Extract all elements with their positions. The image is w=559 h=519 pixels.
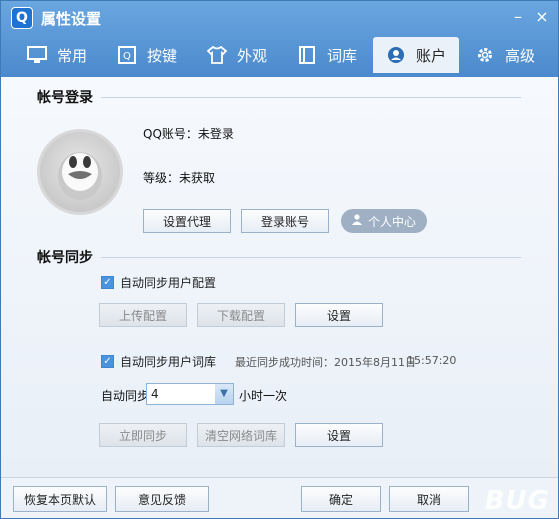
login-section-title: 帐号登录 [37,90,93,106]
qq-account-status: QQ账号：未登录 [143,127,234,141]
upload-config-button[interactable]: 上传配置 [99,303,187,327]
title-bar: Q 属性设置 – × [1,1,558,35]
key-icon: Q [117,45,137,65]
level-status: 等级：未获取 [143,171,216,185]
book-icon [297,45,317,65]
sync-interval-value: 4 [151,387,159,401]
watermark: BUG [484,486,550,516]
avatar [37,129,123,215]
tab-bar: 常用 Q 按键 外观 词库 账户 高级 [1,35,558,75]
lexicon-settings-button[interactable]: 设置 [295,423,383,447]
login-section-divider [101,97,521,98]
checkmark-icon: ✓ [101,276,114,289]
sync-section-divider [101,257,521,258]
interval-suffix: 小时一次 [239,389,288,403]
user-circle-icon [386,45,406,65]
tab-lexicon[interactable]: 词库 [297,37,367,73]
sync-now-button[interactable]: 立即同步 [99,423,187,447]
tab-keys-label: 按键 [147,46,178,65]
tab-appearance[interactable]: 外观 [207,37,277,73]
restore-defaults-button[interactable]: 恢复本页默认 [13,486,107,512]
window-title: 属性设置 [41,10,102,28]
footer-bar: 恢复本页默认 意见反馈 确定 取消 BUG [1,477,558,518]
minimize-button[interactable]: – [508,7,528,27]
personal-center-button[interactable]: 个人中心 [341,209,427,233]
auto-sync-lexicon-label: 自动同步用户词库 [120,355,217,369]
tab-common-label: 常用 [57,46,88,65]
monitor-icon [27,45,47,65]
config-settings-button[interactable]: 设置 [295,303,383,327]
settings-window: Q 属性设置 – × 常用 Q 按键 外观 词库 账户 高级 帐号登录 QQ账号… [0,0,559,519]
feedback-button[interactable]: 意见反馈 [115,486,209,512]
personal-center-label: 个人中心 [367,214,416,229]
app-logo-icon: Q [11,7,33,29]
tab-common[interactable]: 常用 [27,37,97,73]
auto-sync-config-label: 自动同步用户配置 [120,276,217,290]
person-icon [351,214,362,228]
sync-interval-select[interactable]: 4 ▼ [146,383,234,405]
last-sync-date: 最近同步成功时间：2015年8月11日 [235,356,416,369]
auto-sync-config-checkbox[interactable]: ✓ 自动同步用户配置 [101,274,216,291]
tab-appearance-label: 外观 [237,46,268,65]
svg-text:Q: Q [123,51,131,62]
ok-button[interactable]: 确定 [301,486,381,512]
tab-keys[interactable]: Q 按键 [117,37,187,73]
checkmark-icon: ✓ [101,355,114,368]
sync-section-title: 帐号同步 [37,250,93,266]
tab-advanced[interactable]: 高级 [475,37,545,73]
last-sync-time: 15:57:20 [407,354,457,367]
close-button[interactable]: × [532,7,552,27]
penguin-avatar-icon [58,152,102,200]
account-panel: 帐号登录 QQ账号：未登录 等级：未获取 设置代理 登录账号 个人中心 帐号同步… [1,77,558,477]
set-proxy-button[interactable]: 设置代理 [143,209,231,233]
tab-account[interactable]: 账户 [373,37,459,73]
tab-account-label: 账户 [415,46,446,65]
download-config-button[interactable]: 下载配置 [197,303,285,327]
cancel-button[interactable]: 取消 [389,486,469,512]
tab-lexicon-label: 词库 [327,46,358,65]
login-account-button[interactable]: 登录账号 [241,209,329,233]
clear-network-lexicon-button[interactable]: 清空网络词库 [197,423,285,447]
shirt-icon [207,45,227,65]
gear-icon [475,45,495,65]
auto-sync-lexicon-checkbox[interactable]: ✓ 自动同步用户词库 [101,353,216,370]
auto-sync-label: 自动同步 [101,389,150,403]
chevron-down-icon[interactable]: ▼ [215,384,233,404]
tab-advanced-label: 高级 [505,46,536,65]
